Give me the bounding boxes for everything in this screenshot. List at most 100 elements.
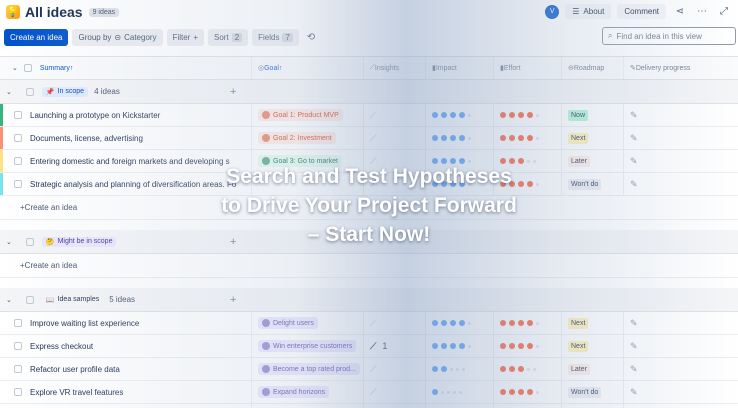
row-checkbox[interactable]: [14, 134, 22, 142]
add-idea-icon[interactable]: +: [230, 86, 236, 98]
chevron-down-icon[interactable]: ⌄: [6, 88, 12, 96]
add-idea-icon[interactable]: +: [230, 294, 236, 306]
column-goal[interactable]: ◎ Goal ↑: [252, 57, 364, 79]
table-row[interactable]: Launching a prototype on Kickstarter Goal…: [0, 104, 738, 127]
group-label[interactable]: 📖 Idea samples: [42, 295, 103, 305]
row-checkbox[interactable]: [14, 365, 22, 373]
table-row[interactable]: Refactor user profile data Become a top r…: [0, 358, 738, 381]
table-row[interactable]: Improve waiting list experience Delight u…: [0, 312, 738, 335]
summary-cell[interactable]: New rewards program: [0, 404, 252, 408]
effort-cell[interactable]: [494, 381, 562, 403]
chevron-down-icon[interactable]: ⌄: [6, 296, 12, 304]
effort-dot: [536, 136, 539, 140]
sort-button[interactable]: Sort 2: [208, 28, 249, 46]
impact-cell[interactable]: [426, 312, 494, 334]
effort-cell[interactable]: [494, 127, 562, 149]
impact-cell[interactable]: [426, 104, 494, 126]
impact-cell[interactable]: [426, 358, 494, 380]
insights-cell[interactable]: ⟋: [364, 104, 426, 126]
group-checkbox[interactable]: [25, 87, 34, 96]
sync-icon[interactable]: ⟲: [303, 32, 319, 43]
impact-cell[interactable]: [426, 335, 494, 357]
group-checkbox[interactable]: [25, 295, 34, 304]
group-by-button[interactable]: Group by ⊝ Category: [72, 28, 163, 46]
table-row[interactable]: Documents, license, advertising Goal 2: I…: [0, 127, 738, 150]
goal-cell[interactable]: Delight users: [252, 312, 364, 334]
table-row[interactable]: Express checkout Win enterprise customers…: [0, 335, 738, 358]
group-label[interactable]: 📌 In scope: [41, 86, 89, 97]
effort-cell[interactable]: [494, 404, 562, 408]
idea-summary: Launching a prototype on Kickstarter: [30, 110, 161, 120]
delivery-cell[interactable]: ✎: [624, 104, 736, 126]
goal-cell[interactable]: Become a top rated prod...: [252, 358, 364, 380]
roadmap-cell[interactable]: Won't do: [562, 381, 624, 403]
more-icon[interactable]: ⋯: [694, 6, 710, 17]
effort-dot: [518, 135, 524, 141]
goal-cell[interactable]: Goal 2: Investment: [252, 127, 364, 149]
delivery-cell[interactable]: ✎: [624, 127, 736, 149]
goal-cell[interactable]: Goal 1: Product MVP: [252, 104, 364, 126]
impact-cell[interactable]: [426, 381, 494, 403]
goal-cell[interactable]: Win enterprise customers: [252, 335, 364, 357]
summary-cell[interactable]: Explore VR travel features: [0, 381, 252, 403]
delivery-cell[interactable]: ✎: [624, 312, 736, 334]
impact-cell[interactable]: [426, 404, 494, 408]
about-button[interactable]: ☰ About: [565, 4, 612, 19]
expand-icon[interactable]: ⤢: [716, 6, 732, 17]
row-checkbox[interactable]: [14, 388, 22, 396]
effort-cell[interactable]: [494, 104, 562, 126]
goal-cell[interactable]: Expand horizons: [252, 381, 364, 403]
summary-cell[interactable]: Documents, license, advertising: [0, 127, 252, 149]
roadmap-cell[interactable]: Next: [562, 127, 624, 149]
insights-cell[interactable]: ⟋: [364, 127, 426, 149]
insights-cell[interactable]: ⟋: [364, 381, 426, 403]
roadmap-cell[interactable]: Later: [562, 358, 624, 380]
row-checkbox[interactable]: [14, 319, 22, 327]
column-effort[interactable]: ▮ Effort: [494, 57, 562, 79]
create-idea-row[interactable]: + Create an idea: [0, 254, 738, 278]
column-impact[interactable]: ▮ Impact: [426, 57, 494, 79]
row-checkbox[interactable]: [14, 342, 22, 350]
summary-cell[interactable]: Express checkout: [0, 335, 252, 357]
roadmap-cell[interactable]: Now: [562, 104, 624, 126]
column-delivery-progress[interactable]: ✎ Delivery progress: [624, 57, 736, 79]
goal-label: Win enterprise customers: [273, 342, 353, 350]
row-checkbox[interactable]: [14, 111, 22, 119]
effort-cell[interactable]: [494, 335, 562, 357]
summary-cell[interactable]: Launching a prototype on Kickstarter: [0, 104, 252, 126]
insights-cell[interactable]: ⟋: [364, 312, 426, 334]
delivery-cell[interactable]: ✎: [624, 358, 736, 380]
column-insights[interactable]: ⟋ Insights: [364, 57, 426, 79]
impact-cell[interactable]: [426, 127, 494, 149]
delivery-cell[interactable]: ✎: [624, 381, 736, 403]
goal-cell[interactable]: Increase revenue: [252, 404, 364, 408]
insights-cell[interactable]: ⟋: [364, 358, 426, 380]
insights-cell[interactable]: ⟋2: [364, 404, 426, 408]
table-row[interactable]: New rewards programIncrease revenue⟋2 Now…: [0, 404, 738, 408]
summary-cell[interactable]: Improve waiting list experience: [0, 312, 252, 334]
fields-button[interactable]: Fields 7: [252, 28, 299, 46]
filter-button[interactable]: Filter +: [166, 28, 205, 46]
roadmap-cell[interactable]: Next: [562, 335, 624, 357]
table-row[interactable]: Explore VR travel features Expand horizon…: [0, 381, 738, 404]
share-icon[interactable]: ⋖: [672, 6, 688, 17]
row-color-marker: [0, 127, 3, 149]
delivery-cell[interactable]: ✎: [624, 335, 736, 357]
summary-cell[interactable]: Refactor user profile data: [0, 358, 252, 380]
select-all-checkbox[interactable]: [23, 64, 32, 72]
roadmap-cell[interactable]: Now: [562, 404, 624, 408]
column-summary[interactable]: ⌄ Summary ↑: [0, 57, 252, 79]
sort-asc-icon: ↑: [69, 64, 74, 72]
delivery-cell[interactable]: ✎: [624, 404, 736, 408]
search-input[interactable]: ⌕ Find an idea in this view: [602, 27, 736, 45]
impact-dot: [459, 390, 462, 394]
insights-cell[interactable]: ⟋ 1: [364, 335, 426, 357]
avatar[interactable]: V: [545, 4, 560, 19]
create-idea-button[interactable]: Create an idea: [4, 28, 69, 46]
effort-cell[interactable]: [494, 358, 562, 380]
column-roadmap[interactable]: ⊖ Roadmap: [562, 57, 624, 79]
roadmap-cell[interactable]: Next: [562, 312, 624, 334]
effort-cell[interactable]: [494, 312, 562, 334]
chevron-down-icon[interactable]: ⌄: [12, 64, 18, 72]
comment-button[interactable]: Comment: [617, 4, 666, 19]
